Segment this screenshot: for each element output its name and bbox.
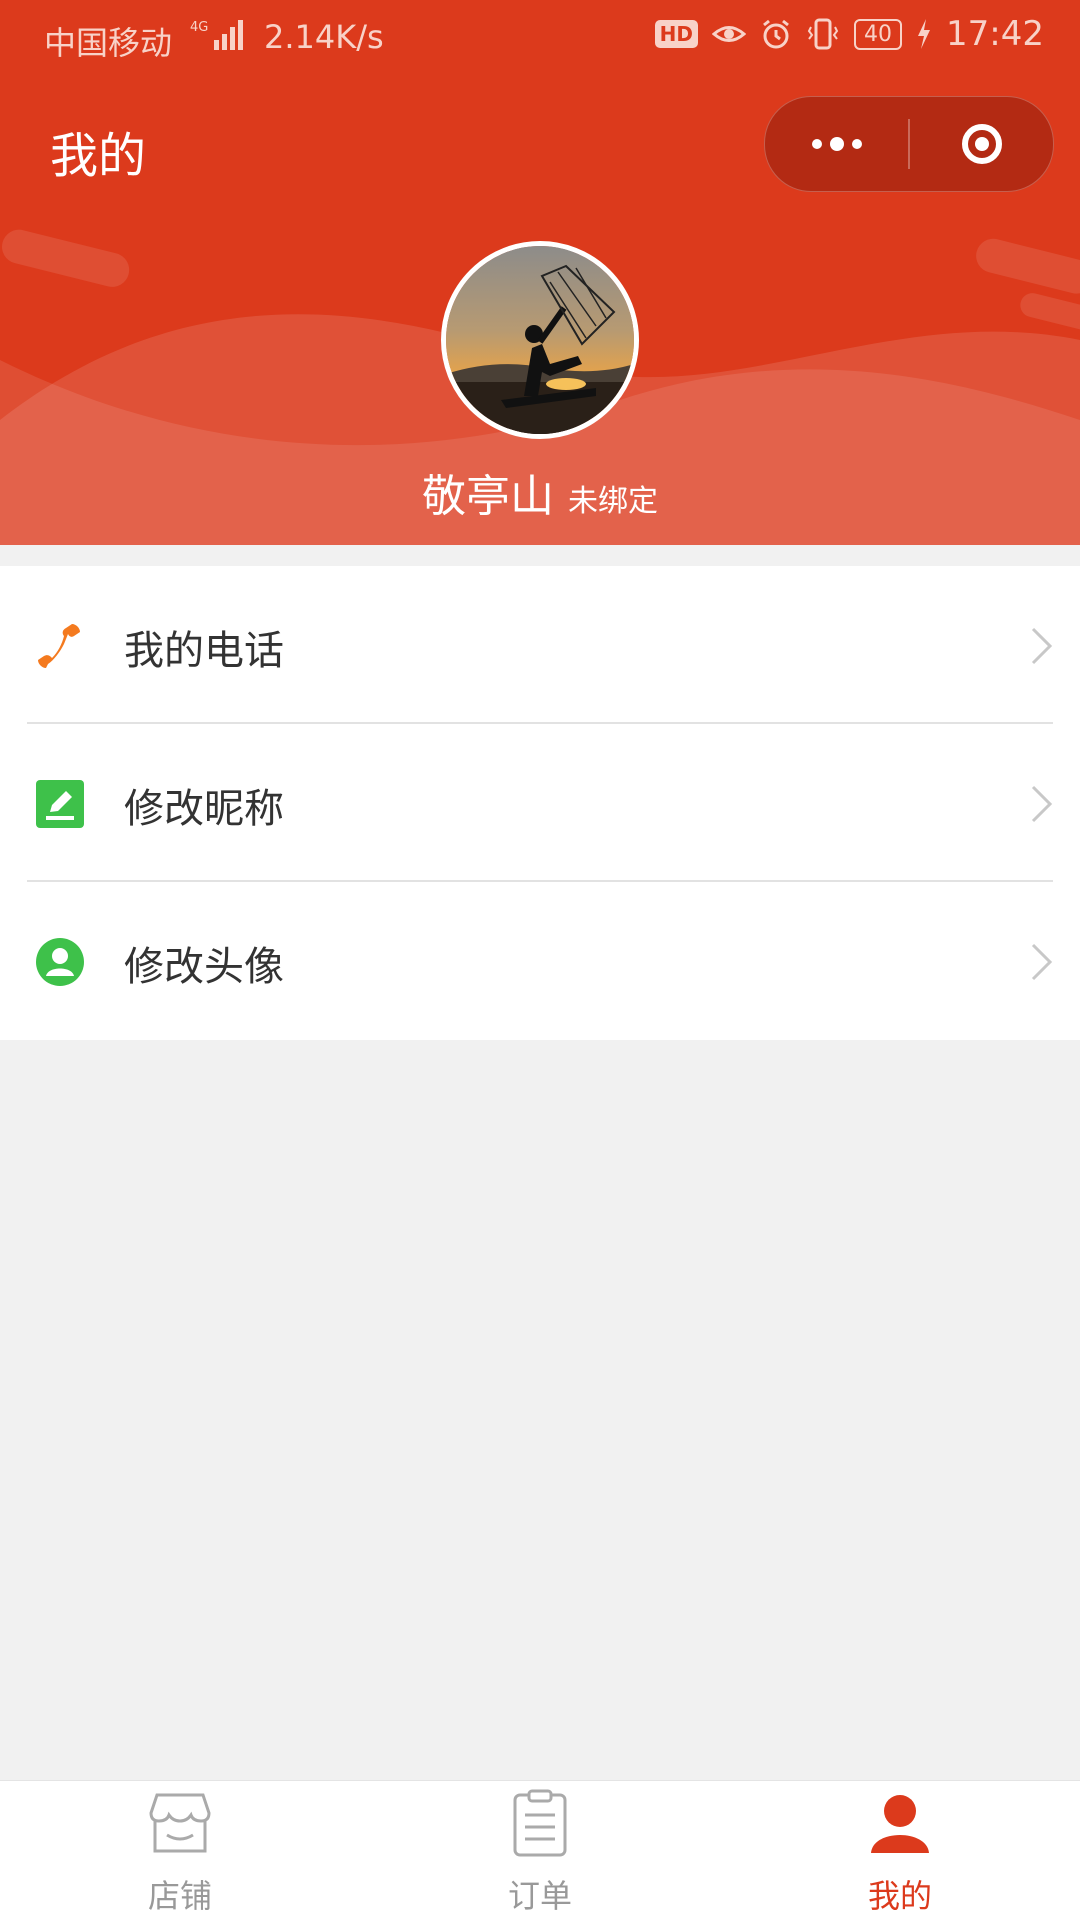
- user-nickname: 敬亭山: [422, 471, 554, 522]
- alarm-icon: [763, 19, 789, 49]
- tab-label: 订单: [507, 1877, 572, 1915]
- chevron-right-icon: [1031, 785, 1053, 823]
- avatar[interactable]: [441, 241, 639, 439]
- tab-label: 我的: [867, 1877, 932, 1915]
- profile-header: 中国移动 4G 2.14K/s HD 40 17:42 我的 敬亭山 未绑定: [0, 0, 1080, 545]
- eye-icon: [712, 26, 747, 42]
- bind-status: 未绑定: [568, 484, 658, 519]
- signal-icon: 4G: [190, 20, 243, 50]
- chevron-right-icon: [1031, 943, 1053, 981]
- more-dot-icon: [829, 137, 844, 151]
- chevron-right-icon: [1031, 627, 1053, 665]
- user-info: 敬亭山 未绑定: [0, 460, 1080, 524]
- settings-menu: 我的电话 修改昵称 修改头像: [0, 566, 1080, 1040]
- net-speed: 2.14K/s: [264, 18, 384, 56]
- battery-indicator: 40: [854, 18, 903, 50]
- menu-item-edit-nickname[interactable]: 修改昵称: [0, 724, 1080, 882]
- page-title: 我的: [50, 128, 147, 184]
- user-icon: [36, 938, 84, 986]
- status-bar: 中国移动 4G 2.14K/s HD 40 17:42: [0, 0, 1080, 76]
- menu-item-edit-avatar[interactable]: 修改头像: [0, 882, 1080, 1040]
- charging-icon: [918, 19, 931, 49]
- hd-badge: HD: [654, 20, 699, 48]
- clipboard-icon: [513, 1789, 567, 1857]
- avatar-image: [446, 246, 634, 434]
- target-icon: [961, 124, 1002, 164]
- tab-orders[interactable]: 订单: [360, 1781, 720, 1921]
- tab-profile[interactable]: 我的: [720, 1781, 1080, 1921]
- menu-item-label: 修改头像: [124, 944, 284, 990]
- vibrate-icon: [807, 18, 839, 50]
- menu-item-label: 修改昵称: [124, 786, 284, 832]
- phone-icon: [38, 624, 80, 668]
- menu-item-my-phone[interactable]: 我的电话: [0, 566, 1080, 724]
- svg-text:4G: 4G: [190, 20, 208, 35]
- tab-store[interactable]: 店铺: [0, 1781, 360, 1921]
- profile-icon: [871, 1795, 929, 1853]
- more-dot-icon: [811, 139, 822, 149]
- tab-label: 店铺: [147, 1877, 212, 1915]
- store-icon: [149, 1793, 211, 1853]
- more-dot-icon: [851, 139, 862, 149]
- bottom-tab-bar: 店铺 订单 我的: [0, 1780, 1080, 1921]
- edit-icon: [36, 780, 84, 828]
- menu-item-label: 我的电话: [124, 628, 284, 674]
- miniprogram-capsule: [764, 96, 1054, 192]
- clock: 17:42: [946, 14, 1044, 54]
- more-button[interactable]: [765, 97, 908, 191]
- carrier-label: 中国移动: [44, 24, 173, 62]
- close-miniprogram-button[interactable]: [910, 97, 1053, 191]
